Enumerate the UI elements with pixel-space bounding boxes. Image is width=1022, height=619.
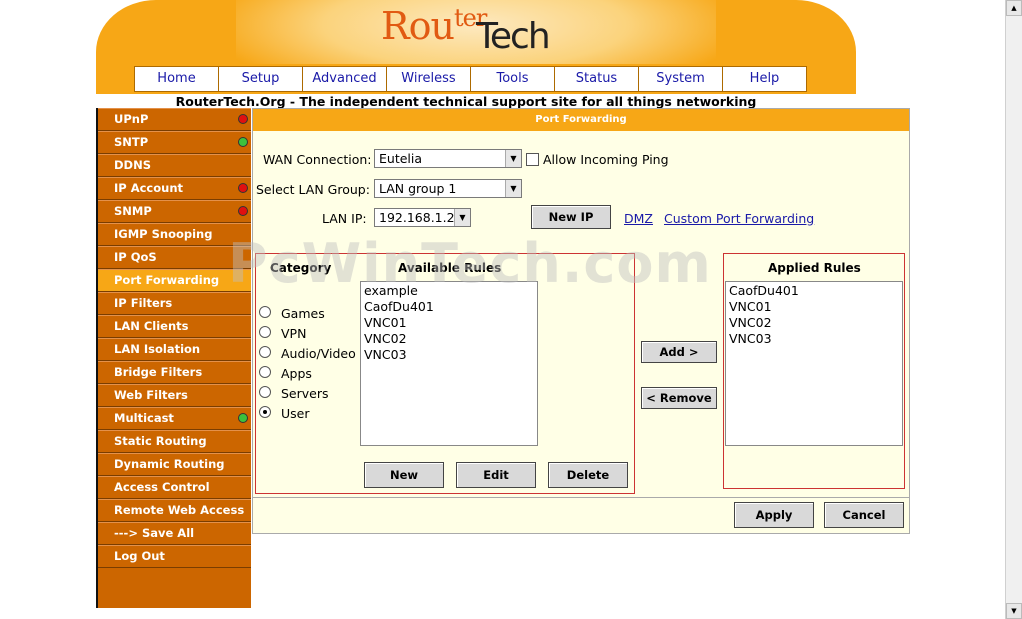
nav-system[interactable]: System — [638, 66, 723, 92]
apply-button[interactable]: Apply — [734, 502, 814, 528]
sidebar-item-bridge-filters[interactable]: Bridge Filters — [98, 361, 251, 384]
applied-rules-header: Applied Rules — [768, 261, 861, 275]
status-red-icon — [238, 206, 248, 216]
scroll-up-icon[interactable]: ▲ — [1006, 0, 1022, 16]
chevron-down-icon: ▼ — [505, 150, 521, 167]
nav-tools[interactable]: Tools — [470, 66, 555, 92]
category-radio-servers[interactable] — [259, 386, 271, 398]
custom-port-forwarding-link[interactable]: Custom Port Forwarding — [664, 211, 814, 226]
sidebar-item-lan-isolation[interactable]: LAN Isolation — [98, 338, 251, 361]
sidebar-item-lan-clients[interactable]: LAN Clients — [98, 315, 251, 338]
list-item[interactable]: VNC03 — [364, 347, 537, 363]
lan-group-select[interactable]: LAN group 1 ▼ — [374, 179, 522, 198]
list-item[interactable]: VNC02 — [364, 331, 537, 347]
list-item[interactable]: VNC02 — [729, 315, 902, 331]
lan-ip-select[interactable]: 192.168.1.2 ▼ — [374, 208, 471, 227]
category-radio-audio-video[interactable] — [259, 346, 271, 358]
category-label-user: User — [281, 406, 310, 421]
wan-connection-select[interactable]: Eutelia ▼ — [374, 149, 522, 168]
watermark: PcWinTech.com — [228, 232, 712, 295]
routertech-logo: Router Tech — [381, 2, 581, 62]
list-item[interactable]: VNC01 — [729, 299, 902, 315]
sidebar-item-ip-filters[interactable]: IP Filters — [98, 292, 251, 315]
nav-advanced[interactable]: Advanced — [302, 66, 387, 92]
allow-ping-label: Allow Incoming Ping — [543, 152, 669, 167]
sidebar-item-ip-account[interactable]: IP Account — [98, 177, 251, 200]
category-label-games: Games — [281, 306, 325, 321]
status-red-icon — [238, 183, 248, 193]
top-nav: Home Setup Advanced Wireless Tools Statu… — [96, 64, 856, 94]
applied-rules-list[interactable]: CaofDu401 VNC01 VNC02 VNC03 — [725, 281, 903, 446]
sidebar-item-ddns[interactable]: DDNS — [98, 154, 251, 177]
scroll-down-icon[interactable]: ▼ — [1006, 603, 1022, 619]
status-green-icon — [238, 413, 248, 423]
cancel-button[interactable]: Cancel — [824, 502, 904, 528]
category-radio-games[interactable] — [259, 306, 271, 318]
nav-wireless[interactable]: Wireless — [386, 66, 471, 92]
add-rule-button[interactable]: Add > — [641, 341, 717, 363]
sidebar-item-upnp[interactable]: UPnP — [98, 108, 251, 131]
sidebar-item-web-filters[interactable]: Web Filters — [98, 384, 251, 407]
list-item[interactable]: CaofDu401 — [729, 283, 902, 299]
new-ip-button[interactable]: New IP — [531, 205, 611, 229]
sidebar: UPnP SNTP DDNS IP Account SNMP IGMP Snoo… — [96, 108, 251, 608]
header-banner: Router Tech — [96, 0, 856, 64]
dmz-link[interactable]: DMZ — [624, 211, 653, 226]
sidebar-item-save-all[interactable]: ---> Save All — [98, 522, 251, 545]
category-label-apps: Apps — [281, 366, 312, 381]
category-radio-apps[interactable] — [259, 366, 271, 378]
delete-rule-button[interactable]: Delete — [548, 462, 628, 488]
lan-group-label: Select LAN Group: — [256, 182, 370, 197]
remove-rule-button[interactable]: < Remove — [641, 387, 717, 409]
sidebar-item-remote-web-access[interactable]: Remote Web Access — [98, 499, 251, 522]
sidebar-item-multicast[interactable]: Multicast — [98, 407, 251, 430]
nav-setup[interactable]: Setup — [218, 66, 303, 92]
sidebar-item-snmp[interactable]: SNMP — [98, 200, 251, 223]
allow-ping-checkbox[interactable] — [526, 153, 539, 166]
panel-title: Port Forwarding — [253, 109, 909, 131]
sidebar-item-static-routing[interactable]: Static Routing — [98, 430, 251, 453]
sidebar-item-log-out[interactable]: Log Out — [98, 545, 251, 568]
sidebar-item-access-control[interactable]: Access Control — [98, 476, 251, 499]
chevron-down-icon: ▼ — [505, 180, 521, 197]
category-radio-user[interactable] — [259, 406, 271, 418]
sidebar-item-sntp[interactable]: SNTP — [98, 131, 251, 154]
available-rules-list[interactable]: example CaofDu401 VNC01 VNC02 VNC03 — [360, 281, 538, 446]
lan-ip-label: LAN IP: — [322, 211, 367, 226]
status-red-icon — [238, 114, 248, 124]
vertical-scrollbar[interactable]: ▲ ▼ — [1005, 0, 1022, 619]
chevron-down-icon: ▼ — [454, 209, 470, 226]
new-rule-button[interactable]: New — [364, 462, 444, 488]
category-label-servers: Servers — [281, 386, 329, 401]
logo-text-2: Tech — [476, 16, 551, 57]
status-green-icon — [238, 137, 248, 147]
list-item[interactable]: VNC03 — [729, 331, 902, 347]
sidebar-item-dynamic-routing[interactable]: Dynamic Routing — [98, 453, 251, 476]
edit-rule-button[interactable]: Edit — [456, 462, 536, 488]
list-item[interactable]: CaofDu401 — [364, 299, 537, 315]
nav-help[interactable]: Help — [722, 66, 807, 92]
nav-home[interactable]: Home — [134, 66, 219, 92]
nav-status[interactable]: Status — [554, 66, 639, 92]
panel-divider — [253, 497, 909, 498]
category-radio-vpn[interactable] — [259, 326, 271, 338]
site-tagline: RouterTech.Org - The independent technic… — [175, 94, 757, 109]
category-label-audio-video: Audio/Video — [281, 346, 356, 361]
list-item[interactable]: VNC01 — [364, 315, 537, 331]
wan-connection-label: WAN Connection: — [263, 152, 372, 167]
logo-text-1: Router — [381, 4, 487, 48]
port-forwarding-panel: Port Forwarding WAN Connection: Eutelia ▼… — [252, 108, 910, 534]
category-label-vpn: VPN — [281, 326, 307, 341]
